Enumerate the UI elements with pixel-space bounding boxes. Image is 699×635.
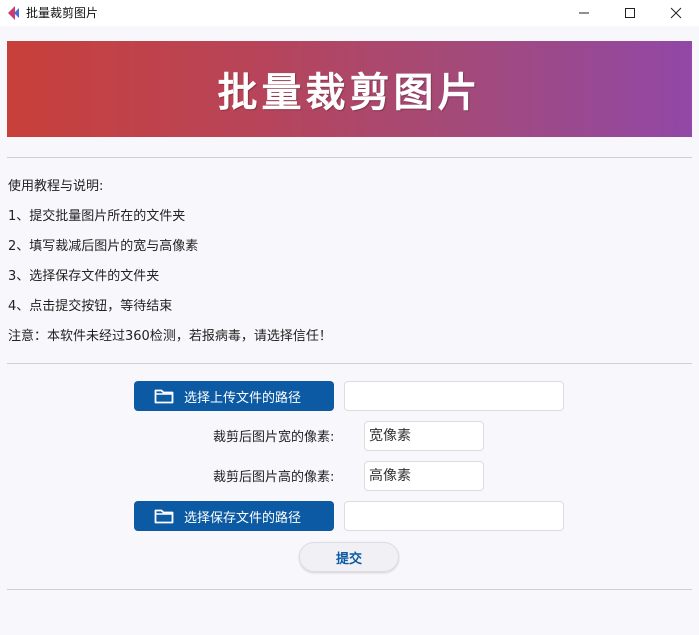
banner-title: 批量裁剪图片 (217, 69, 482, 116)
divider-bottom (7, 589, 692, 590)
folder-icon (154, 509, 174, 524)
maximize-icon (625, 8, 635, 18)
instruction-step-2: 2、填写裁减后图片的宽与高像素 (8, 239, 199, 254)
window-title: 批量裁剪图片 (26, 6, 99, 20)
instruction-step-1: 1、提交批量图片所在的文件夹 (8, 209, 186, 224)
select-save-path-button[interactable]: 选择保存文件的路径 (134, 501, 334, 531)
warning-note: 注意：本软件未经过360检测，若报病毒，请选择信任！ (8, 329, 332, 344)
close-button[interactable] (653, 0, 699, 26)
select-save-path-label: 选择保存文件的路径 (184, 510, 302, 526)
header-banner: 批量裁剪图片 (7, 41, 692, 137)
width-pixel-input[interactable] (364, 421, 484, 451)
app-window: 批量裁剪图片 批量裁剪图片 使用教程与说明: 1、提交批量图片所在的文件夹 2、… (0, 0, 699, 635)
divider-top (7, 157, 692, 158)
maximize-button[interactable] (607, 0, 653, 26)
save-path-input[interactable] (344, 501, 564, 531)
width-pixel-label: 裁剪后图片宽的像素: (213, 430, 335, 445)
folder-icon (154, 389, 174, 404)
instruction-step-4: 4、点击提交按钮，等待结束 (8, 299, 173, 314)
select-upload-path-button[interactable]: 选择上传文件的路径 (134, 381, 334, 411)
close-icon (670, 7, 682, 19)
instructions-heading: 使用教程与说明: (8, 179, 104, 194)
height-pixel-input[interactable] (364, 461, 484, 491)
select-upload-path-label: 选择上传文件的路径 (184, 390, 302, 406)
minimize-icon (579, 12, 589, 14)
instruction-step-3: 3、选择保存文件的文件夹 (8, 269, 160, 284)
upload-path-input[interactable] (344, 381, 564, 411)
divider-middle (7, 363, 692, 364)
title-bar: 批量裁剪图片 (0, 0, 699, 26)
minimize-button[interactable] (561, 0, 607, 26)
height-pixel-label: 裁剪后图片高的像素: (213, 470, 335, 485)
app-logo-icon (8, 6, 19, 20)
submit-button[interactable]: 提交 (299, 542, 399, 572)
